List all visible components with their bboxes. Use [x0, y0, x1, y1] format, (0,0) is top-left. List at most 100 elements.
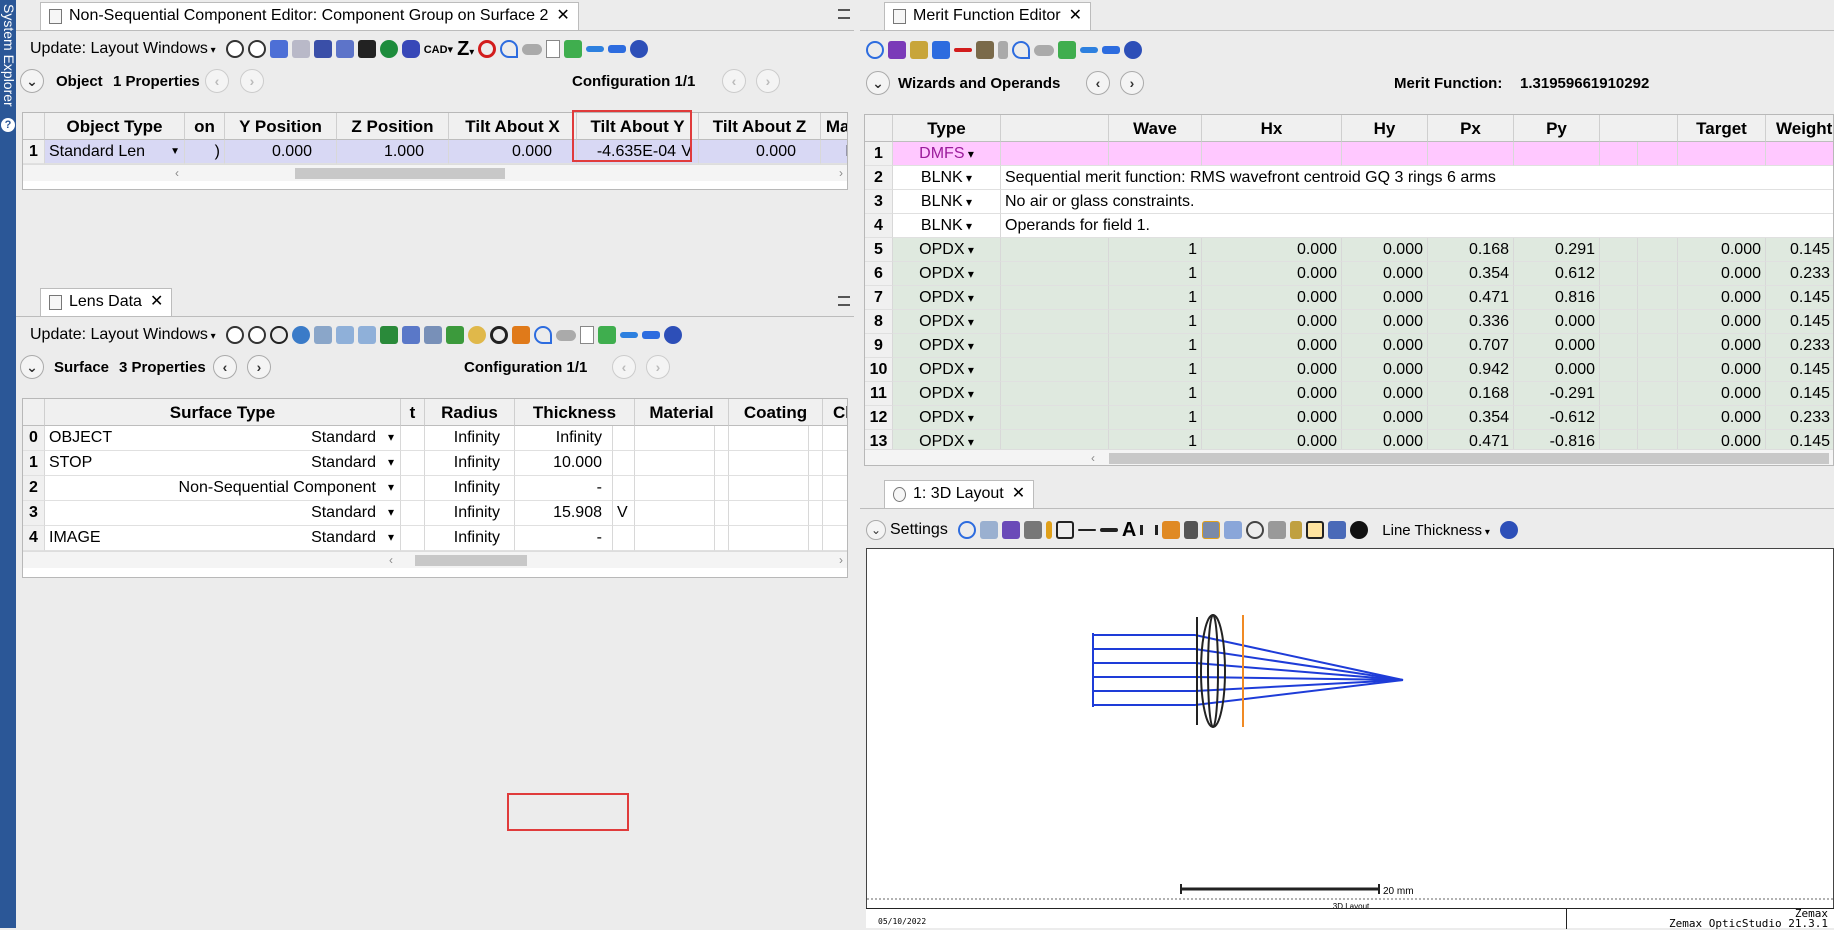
- thickness-cell[interactable]: 10.000: [515, 451, 613, 476]
- radius-cell[interactable]: Infinity: [425, 501, 515, 526]
- col-on[interactable]: on: [185, 113, 225, 140]
- update-window-icon[interactable]: [247, 326, 266, 344]
- radius-cell[interactable]: Infinity: [425, 526, 515, 551]
- coating-cell[interactable]: [729, 426, 809, 451]
- col-comment[interactable]: t: [401, 399, 425, 426]
- link-icon[interactable]: [1202, 521, 1221, 539]
- blank-cell[interactable]: [1638, 142, 1678, 166]
- solve-flag-cell[interactable]: [613, 526, 635, 551]
- layout-canvas[interactable]: 20 mm 3D Layout: [866, 548, 1834, 928]
- pencil-icon[interactable]: [511, 326, 530, 344]
- radius-cell[interactable]: Infinity: [425, 426, 515, 451]
- next-config-button[interactable]: ›: [646, 355, 670, 379]
- operand-type-cell[interactable]: DMFS ▾: [893, 142, 1001, 166]
- dimension-icon[interactable]: [1140, 525, 1159, 535]
- ray-trace-icon[interactable]: [379, 40, 398, 58]
- hx-cell[interactable]: 0.000: [1202, 262, 1342, 286]
- py-cell[interactable]: -0.612: [1514, 406, 1600, 430]
- target-cell[interactable]: 0.000: [1678, 358, 1766, 382]
- comment-cell[interactable]: No air or glass constraints.: [1001, 190, 1833, 214]
- material-solve-cell[interactable]: [715, 451, 729, 476]
- operand-type-cell[interactable]: BLNK ▾: [893, 166, 1001, 190]
- leaf-icon[interactable]: [445, 326, 464, 344]
- undo-icon[interactable]: [500, 40, 519, 58]
- dropdown-arrow-icon[interactable]: ▾: [964, 291, 974, 305]
- thickness-cell[interactable]: 15.908: [515, 501, 613, 526]
- col-hx[interactable]: Hx: [1202, 115, 1342, 142]
- comment-cell[interactable]: Operands for field 1.: [1001, 214, 1833, 238]
- crosshair-icon[interactable]: [269, 326, 288, 344]
- col-hy[interactable]: Hy: [1342, 115, 1428, 142]
- material-cell[interactable]: [635, 451, 715, 476]
- frame-icon[interactable]: [1306, 521, 1325, 539]
- cad-dropdown[interactable]: CAD▾: [424, 43, 453, 56]
- wave-cell[interactable]: 1: [1109, 286, 1202, 310]
- line-thickness-dropdown[interactable]: Line Thickness: [1382, 522, 1490, 539]
- coating-cell[interactable]: [729, 476, 809, 501]
- load-icon[interactable]: [910, 41, 928, 59]
- operand-type-cell[interactable]: OPDX ▾: [893, 358, 1001, 382]
- prev-config-button[interactable]: ‹: [722, 69, 746, 93]
- blank-cell[interactable]: [1600, 334, 1638, 358]
- close-icon[interactable]: ✕: [1069, 7, 1082, 24]
- param-cell[interactable]: [1001, 358, 1109, 382]
- surface-type-cell[interactable]: Standard ▾: [45, 501, 401, 526]
- target-cell[interactable]: 0.000: [1678, 286, 1766, 310]
- material-cell[interactable]: [635, 426, 715, 451]
- dropdown-arrow-icon[interactable]: ▾: [388, 501, 394, 524]
- px-cell[interactable]: 0.942: [1428, 358, 1514, 382]
- collapse-button[interactable]: ⌄: [866, 71, 890, 95]
- param-cell[interactable]: [1001, 334, 1109, 358]
- hx-cell[interactable]: 0.000: [1202, 238, 1342, 262]
- toggle-icon[interactable]: [1034, 44, 1054, 56]
- param-cell[interactable]: [1001, 310, 1109, 334]
- target-cell[interactable]: 0.000: [1678, 310, 1766, 334]
- settings-button[interactable]: Settings: [890, 521, 948, 539]
- lock-icon[interactable]: [1290, 521, 1303, 539]
- pencil-icon[interactable]: [1045, 521, 1052, 539]
- blank-cell[interactable]: [1638, 238, 1678, 262]
- globe-icon[interactable]: [291, 326, 310, 344]
- dropdown-arrow-icon[interactable]: ▾: [964, 147, 974, 161]
- dropdown-arrow-icon[interactable]: ▾: [388, 426, 394, 449]
- param-cell[interactable]: [1001, 238, 1109, 262]
- arrow-right-icon[interactable]: [1102, 46, 1120, 54]
- blank-cell[interactable]: [1600, 142, 1638, 166]
- refresh-icon[interactable]: [957, 521, 976, 539]
- save-icon[interactable]: [888, 41, 906, 59]
- dropdown-arrow-icon[interactable]: ▾: [964, 435, 974, 449]
- power-icon[interactable]: [1350, 521, 1369, 539]
- next-surface-button[interactable]: ›: [247, 355, 271, 379]
- radius-cell[interactable]: Infinity: [425, 451, 515, 476]
- weight-cell[interactable]: 0.233: [1766, 334, 1833, 358]
- weight-cell[interactable]: 0.233: [1766, 406, 1833, 430]
- blank-cell[interactable]: [1638, 406, 1678, 430]
- hy-cell[interactable]: 0.000: [1342, 262, 1428, 286]
- window-icon[interactable]: [1328, 521, 1347, 539]
- target-cell[interactable]: 0.000: [1678, 334, 1766, 358]
- prev-surface-button[interactable]: ‹: [213, 355, 237, 379]
- dropdown-arrow-icon[interactable]: ▾: [388, 451, 394, 474]
- weight-cell[interactable]: 0.145: [1766, 310, 1833, 334]
- col-clear[interactable]: Clear: [823, 399, 847, 426]
- clear-semi-dia-cell[interactable]: [823, 501, 847, 526]
- operand-type-cell[interactable]: OPDX ▾: [893, 262, 1001, 286]
- hy-cell[interactable]: 0.000: [1342, 286, 1428, 310]
- col-tilt-z[interactable]: Tilt About Z: [699, 113, 821, 140]
- hy-cell[interactable]: 0.000: [1342, 382, 1428, 406]
- px-cell[interactable]: 0.707: [1428, 334, 1514, 358]
- aperture-icon[interactable]: [423, 326, 442, 344]
- insert-object-icon[interactable]: [269, 40, 288, 58]
- target-cell[interactable]: 0.000: [1678, 238, 1766, 262]
- close-icon[interactable]: ✕: [150, 293, 163, 310]
- text-icon[interactable]: A: [1122, 519, 1136, 542]
- horizontal-scrollbar[interactable]: ‹: [865, 449, 1833, 465]
- operand-type-cell[interactable]: OPDX ▾: [893, 286, 1001, 310]
- pin-icon[interactable]: [838, 296, 850, 306]
- collapse-button[interactable]: ⌄: [20, 69, 44, 93]
- py-cell[interactable]: 0.291: [1514, 238, 1600, 262]
- thick-line-icon[interactable]: [1099, 528, 1118, 532]
- py-cell[interactable]: 0.612: [1514, 262, 1600, 286]
- axes-icon[interactable]: [1184, 521, 1199, 539]
- arrow-down-icon[interactable]: [932, 41, 950, 59]
